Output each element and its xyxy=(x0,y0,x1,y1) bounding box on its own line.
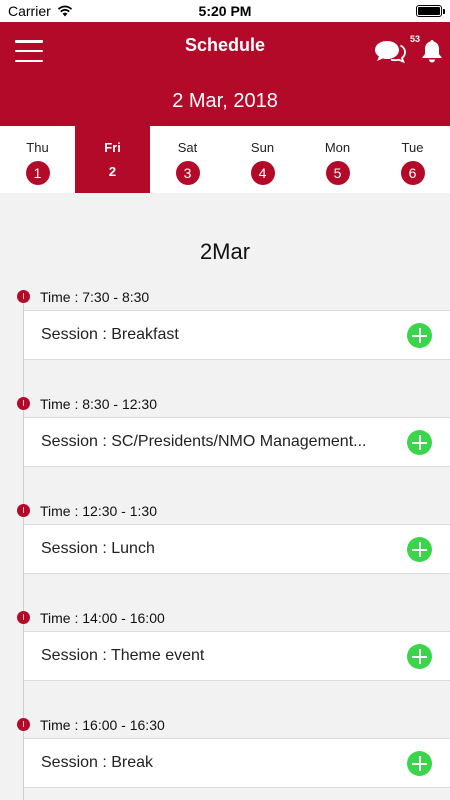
day-name: Sun xyxy=(250,140,275,155)
session-card[interactable]: Session : SC/Presidents/NMO Management..… xyxy=(24,417,450,467)
day-name: Fri xyxy=(104,140,121,155)
day-tab-selected[interactable]: Fri 2 xyxy=(75,126,150,193)
schedule-entry: Time : 7:30 - 8:30 Session : Breakfast xyxy=(0,289,450,360)
session-label: Session : Breakfast xyxy=(41,326,179,343)
plus-circle-icon[interactable] xyxy=(407,323,432,348)
timeline-dot-icon xyxy=(17,611,30,624)
schedule-list[interactable]: 2Mar Time : 7:30 - 8:30 Session : Breakf… xyxy=(0,193,450,800)
session-card[interactable]: Session : Lunch xyxy=(24,524,450,574)
session-label: Session : Lunch xyxy=(41,540,155,557)
day-name: Tue xyxy=(401,140,424,155)
timeline-dot-icon xyxy=(17,290,30,303)
bell-icon[interactable] xyxy=(420,38,444,64)
wifi-icon xyxy=(57,5,72,17)
schedule-entry: Time : 14:00 - 16:00 Session : Theme eve… xyxy=(0,610,450,681)
session-card[interactable]: Session : Breakfast xyxy=(24,310,450,360)
day-tab[interactable]: Tue 6 xyxy=(375,126,450,193)
notification-count-badge: 53 xyxy=(410,34,421,44)
schedule-entry: Time : 12:30 - 1:30 Session : Lunch xyxy=(0,503,450,574)
header: Schedule 53 2 Mar, 2018 xyxy=(0,22,450,126)
day-number: 5 xyxy=(325,161,350,185)
status-left: Carrier xyxy=(8,3,73,19)
day-tab[interactable]: Thu 1 xyxy=(0,126,75,193)
day-tab[interactable]: Sun 4 xyxy=(225,126,300,193)
timeline-dot-icon xyxy=(17,718,30,731)
session-label: Session : Break xyxy=(41,754,154,771)
carrier-label: Carrier xyxy=(8,3,51,19)
session-label: Session : SC/Presidents/NMO Management..… xyxy=(41,433,367,450)
day-tabs: Thu 1 Fri 2 Sat 3 Sun 4 Mon 5 Tue 6 xyxy=(0,126,450,193)
session-label: Session : Theme event xyxy=(41,647,205,664)
plus-circle-icon[interactable] xyxy=(407,537,432,562)
day-name: Thu xyxy=(26,140,49,155)
timeline-dot-icon xyxy=(17,397,30,410)
day-number: 6 xyxy=(400,161,425,185)
selected-date: 2 Mar, 2018 xyxy=(172,90,278,112)
chat-bubbles-icon[interactable] xyxy=(374,36,406,66)
session-card[interactable]: Session : Break xyxy=(24,738,450,788)
schedule-entry: Time : 8:30 - 12:30 Session : SC/Preside… xyxy=(0,396,450,467)
day-tab[interactable]: Mon 5 xyxy=(300,126,375,193)
day-number: 2 xyxy=(108,163,117,179)
time-label: Time : 8:30 - 12:30 xyxy=(40,396,157,412)
time-label: Time : 16:00 - 16:30 xyxy=(40,717,165,733)
plus-circle-icon[interactable] xyxy=(407,430,432,455)
day-number: 3 xyxy=(175,161,200,185)
plus-circle-icon[interactable] xyxy=(407,751,432,776)
time-label: Time : 7:30 - 8:30 xyxy=(40,289,150,305)
schedule-entry: Time : 16:00 - 16:30 Session : Break xyxy=(0,717,450,788)
session-card[interactable]: Session : Theme event xyxy=(24,631,450,681)
day-name: Sat xyxy=(177,140,198,155)
day-number: 1 xyxy=(25,161,50,185)
timeline-dot-icon xyxy=(17,504,30,517)
time-label: Time : 14:00 - 16:00 xyxy=(40,610,165,626)
day-number: 4 xyxy=(250,161,275,185)
day-name: Mon xyxy=(324,140,351,155)
time-label: Time : 12:30 - 1:30 xyxy=(40,503,157,519)
battery-icon xyxy=(416,5,445,17)
plus-circle-icon[interactable] xyxy=(407,644,432,669)
schedule-date-heading: 2Mar xyxy=(199,239,251,264)
status-bar: Carrier 5:20 PM xyxy=(0,0,450,22)
day-tab[interactable]: Sat 3 xyxy=(150,126,225,193)
